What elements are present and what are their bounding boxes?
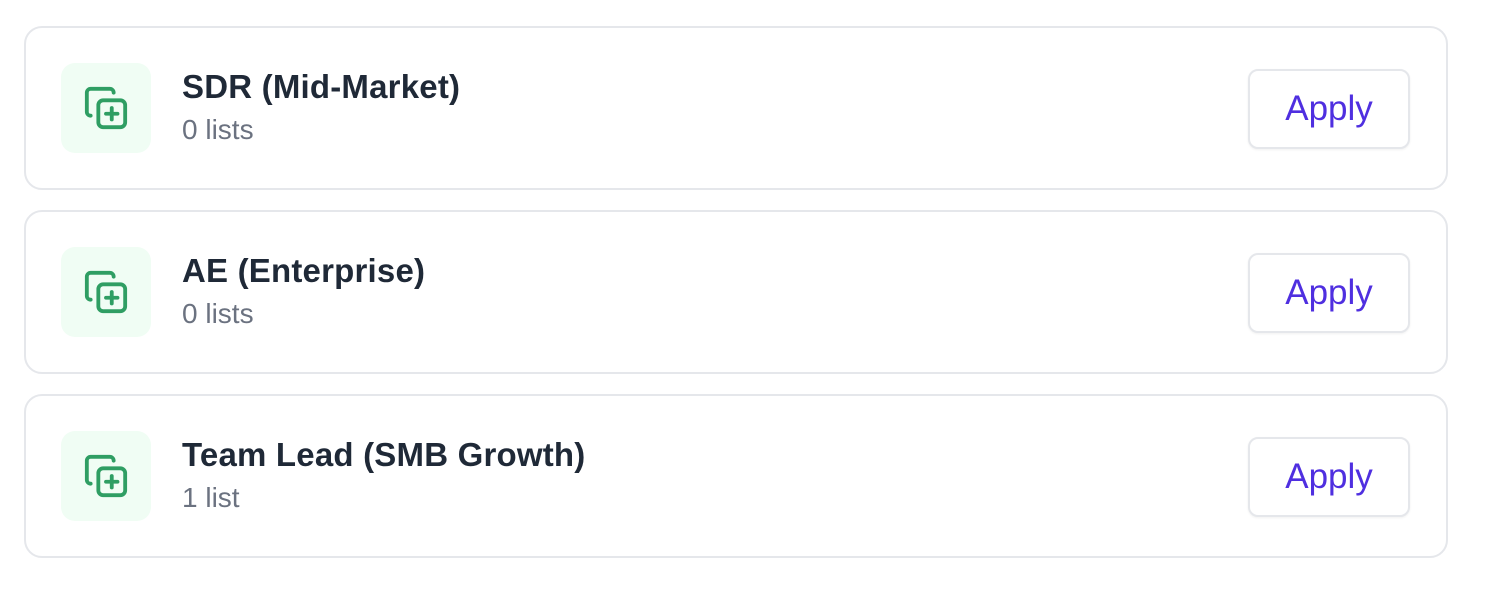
item-subtitle: 0 lists [182, 114, 254, 145]
item-subtitle: 0 lists [182, 298, 254, 329]
item-title: Team Lead (SMB Growth) [182, 436, 586, 473]
copy-plus-icon-container [61, 247, 151, 337]
copy-plus-icon [84, 86, 128, 130]
copy-plus-icon-container [61, 63, 151, 153]
item-subtitle: 1 list [182, 482, 240, 513]
list-item: SDR (Mid-Market) 0 lists Apply [24, 26, 1448, 190]
item-title: SDR (Mid-Market) [182, 68, 461, 105]
apply-button[interactable]: Apply [1248, 437, 1410, 517]
template-list: SDR (Mid-Market) 0 lists Apply AE (Enter… [24, 26, 1448, 578]
item-title: AE (Enterprise) [182, 252, 426, 289]
copy-plus-icon [84, 454, 128, 498]
copy-plus-icon [84, 270, 128, 314]
apply-button[interactable]: Apply [1248, 69, 1410, 149]
apply-button[interactable]: Apply [1248, 253, 1410, 333]
copy-plus-icon-container [61, 431, 151, 521]
list-item: Team Lead (SMB Growth) 1 list Apply [24, 394, 1448, 558]
list-item: AE (Enterprise) 0 lists Apply [24, 210, 1448, 374]
